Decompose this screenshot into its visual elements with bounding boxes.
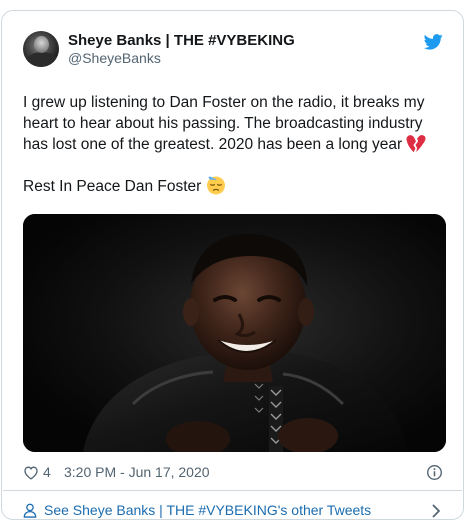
- tweet-paragraph-1-text: I grew up listening to Dan Foster on the…: [23, 94, 425, 153]
- person-icon: [23, 503, 37, 518]
- tweet-paragraph-2-text: Rest In Peace Dan Foster: [23, 178, 202, 195]
- user-handle[interactable]: @SheyeBanks: [68, 50, 161, 66]
- avatar-head: [34, 36, 49, 53]
- broken-heart-emoji-icon: [406, 135, 426, 153]
- avatar-body: [26, 52, 58, 67]
- info-icon[interactable]: [426, 464, 443, 481]
- see-other-tweets-link[interactable]: See Sheye Banks | THE #VYBEKING's other …: [23, 499, 443, 519]
- tweet-meta: 4 3:20 PM - Jun 17, 2020: [23, 462, 443, 482]
- tweet-header: Sheye Banks | THE #VYBEKING @SheyeBanks: [23, 31, 443, 71]
- tweet-paragraph-2: Rest In Peace Dan Foster: [23, 176, 449, 197]
- tweet-timestamp[interactable]: 3:20 PM - Jun 17, 2020: [64, 464, 210, 480]
- footer-divider: [3, 490, 462, 491]
- like-count[interactable]: 4: [43, 464, 51, 480]
- downcast-face-with-sweat-emoji-icon: [206, 176, 225, 195]
- tweet-text: I grew up listening to Dan Foster on the…: [23, 92, 449, 197]
- tweet-paragraph-1: I grew up listening to Dan Foster on the…: [23, 92, 449, 155]
- heart-icon[interactable]: [23, 465, 39, 480]
- twitter-bird-icon[interactable]: [424, 34, 443, 50]
- display-name[interactable]: Sheye Banks | THE #VYBEKING: [68, 32, 295, 49]
- see-other-tweets-label: See Sheye Banks | THE #VYBEKING's other …: [44, 502, 372, 518]
- tweet-photo[interactable]: [23, 214, 446, 452]
- avatar[interactable]: [23, 31, 59, 67]
- chevron-right-icon: [432, 504, 440, 518]
- embedded-tweet-card: Sheye Banks | THE #VYBEKING @SheyeBanks …: [1, 10, 464, 520]
